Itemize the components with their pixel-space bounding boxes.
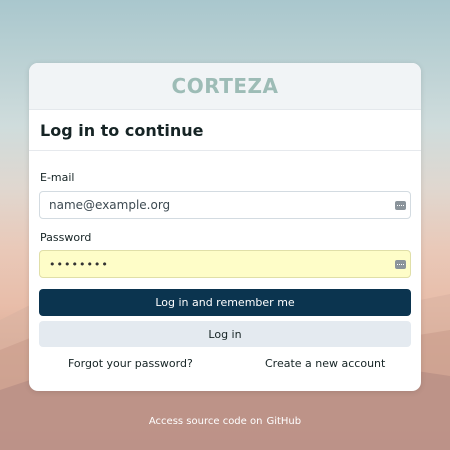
password-value: •••••••• <box>49 257 109 271</box>
login-card: CORTEZA Log in to continue E-mail name@e… <box>29 63 421 391</box>
login-button[interactable]: Log in <box>39 321 411 347</box>
login-remember-button[interactable]: Log in and remember me <box>39 289 411 316</box>
card-header: CORTEZA <box>29 63 421 110</box>
footer: Access source code on GitHub <box>0 416 450 427</box>
github-link[interactable]: GitHub <box>266 416 301 427</box>
password-manager-icon[interactable] <box>395 260 406 269</box>
password-label: Password <box>40 231 92 244</box>
email-label: E-mail <box>40 171 75 184</box>
password-field[interactable]: •••••••• <box>39 250 411 278</box>
create-account-link[interactable]: Create a new account <box>265 357 385 370</box>
title-row: Log in to continue <box>29 110 421 151</box>
email-value: name@example.org <box>49 198 171 212</box>
corteza-logo: CORTEZA <box>171 74 279 98</box>
email-field[interactable]: name@example.org <box>39 191 411 219</box>
password-manager-icon[interactable] <box>395 201 406 210</box>
forgot-password-link[interactable]: Forgot your password? <box>68 357 193 370</box>
footer-text: Access source code on <box>148 416 263 427</box>
page-title: Log in to continue <box>40 120 204 140</box>
